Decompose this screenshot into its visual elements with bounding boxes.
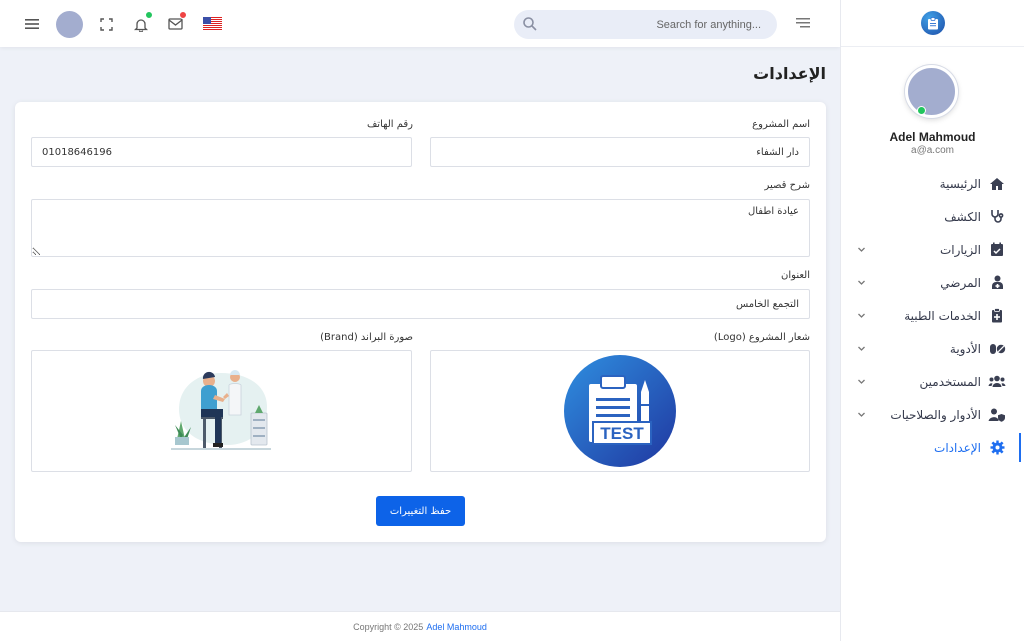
brand-illustration-image	[170, 370, 271, 450]
description-label: شرح قصير	[764, 180, 810, 191]
user-shield-icon	[988, 407, 1006, 423]
brand-upload[interactable]	[31, 350, 412, 472]
clipboard-icon	[988, 308, 1006, 324]
sidebar-nav: الرئيسية الكشف الزيارات المرضي الخدمات ا…	[841, 167, 1024, 464]
home-icon	[988, 176, 1006, 192]
users-icon	[988, 374, 1006, 390]
sidebar-item-label: الزيارات	[939, 242, 981, 257]
pills-icon	[988, 341, 1006, 357]
sidebar-item-users[interactable]: المستخدمين	[841, 365, 1024, 398]
phone-input[interactable]	[31, 137, 412, 167]
logo-image: TEST	[564, 355, 676, 467]
sidebar-item-patients[interactable]: المرضي	[841, 266, 1024, 299]
sidebar-item-label: الأدوية	[949, 341, 981, 356]
chevron-down-icon	[858, 280, 865, 285]
us-flag-icon[interactable]	[203, 17, 222, 30]
sidebar-item-label: الأدوار والصلاحيات	[890, 407, 981, 422]
project-name-input[interactable]	[430, 137, 810, 167]
logo-upload[interactable]: TEST	[430, 350, 810, 472]
chevron-down-icon	[858, 379, 865, 384]
sidebar-item-label: الإعدادات	[934, 440, 981, 455]
phone-label: رقم الهاتف	[366, 119, 413, 130]
page-title: الإعدادات	[753, 64, 826, 83]
footer: Copyright © 2025 Adel Mahmoud	[0, 611, 840, 641]
sidebar-item-label: المستخدمين	[919, 374, 981, 389]
chevron-down-icon	[858, 412, 865, 417]
brand-label: صورة البراند (Brand)	[320, 332, 413, 343]
sidebar-item-label: المرضي	[940, 275, 981, 290]
logo-label: شعار المشروع (Logo)	[713, 332, 810, 343]
sidebar-item-label: الرئيسية	[939, 176, 981, 191]
bell-icon[interactable]	[130, 11, 153, 35]
sidebar-item-medicines[interactable]: الأدوية	[841, 332, 1024, 365]
footer-author-link[interactable]: Adel Mahmoud	[426, 622, 487, 632]
brand-logo-icon[interactable]	[920, 11, 945, 35]
sidebar-brand	[841, 0, 1024, 47]
calendar-check-icon	[988, 242, 1006, 258]
sidebar-item-roles-permissions[interactable]: الأدوار والصلاحيات	[841, 398, 1024, 431]
sidebar-item-examination[interactable]: الكشف	[841, 200, 1024, 233]
chevron-down-icon	[858, 247, 865, 252]
mail-icon[interactable]	[164, 11, 187, 35]
hamburger-menu-icon[interactable]	[21, 13, 43, 35]
mail-dot	[179, 11, 187, 19]
search-input[interactable]	[514, 10, 777, 39]
copyright-text: Copyright © 2025	[353, 621, 424, 632]
sidebar-item-visits[interactable]: الزيارات	[841, 233, 1024, 266]
sidebar: Adel Mahmoud a@a.com الرئيسية الكشف الزي…	[840, 0, 1024, 641]
patient-icon	[988, 275, 1006, 291]
project-name-label: اسم المشروع	[752, 119, 810, 130]
sidebar-item-label: الكشف	[944, 209, 981, 224]
online-status-dot	[917, 106, 926, 115]
gear-icon	[988, 440, 1006, 456]
top-bar	[0, 0, 840, 47]
sidebar-item-home[interactable]: الرئيسية	[841, 167, 1024, 200]
description-textarea[interactable]: عيادة اطفال	[31, 199, 810, 257]
address-input[interactable]	[31, 289, 810, 319]
sidebar-item-medical-services[interactable]: الخدمات الطبية	[841, 299, 1024, 332]
sidebar-item-label: الخدمات الطبية	[904, 308, 981, 323]
user-avatar[interactable]	[56, 11, 83, 38]
search-icon	[523, 17, 537, 31]
logo-text: TEST	[600, 424, 644, 443]
chevron-down-icon	[858, 313, 865, 318]
notification-dot	[145, 11, 153, 19]
address-label: العنوان	[781, 270, 810, 281]
profile-email: a@a.com	[911, 145, 954, 156]
fullscreen-icon[interactable]	[95, 13, 117, 35]
profile-avatar[interactable]	[905, 65, 958, 118]
settings-form-card: اسم المشروع رقم الهاتف شرح قصير عيادة اط…	[15, 102, 826, 542]
stethoscope-icon	[988, 209, 1006, 225]
save-changes-button[interactable]: حفظ التغييرات	[376, 496, 465, 526]
sidebar-item-settings[interactable]: الإعدادات	[841, 431, 1024, 464]
profile-name: Adel Mahmoud	[889, 130, 976, 144]
align-right-menu-icon[interactable]	[794, 16, 812, 32]
chevron-down-icon	[858, 346, 865, 351]
